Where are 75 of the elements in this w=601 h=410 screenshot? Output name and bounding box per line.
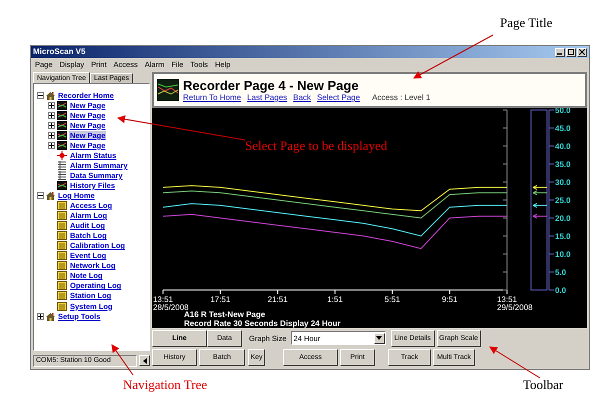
x-tick-label: 9:51 [442, 295, 458, 304]
trend-icon [57, 120, 67, 130]
y-tick-label: 0.0 [555, 286, 566, 295]
notepad-icon [57, 211, 67, 220]
close-button[interactable] [577, 48, 587, 56]
x-tick-label: 13:51 [152, 295, 174, 304]
start-date: 28/5/2008 [153, 303, 189, 310]
x-tick-label: 5:51 [384, 295, 400, 304]
nav-link[interactable]: Last Pages [247, 93, 288, 102]
chart-info: Record Rate 30 Seconds Display 24 Hour [184, 319, 342, 328]
x-tick-label: 13:51 [496, 295, 518, 304]
trend-icon [57, 100, 67, 110]
y-tick-label: 5.0 [555, 268, 566, 277]
expand-toggle[interactable] [48, 122, 55, 129]
list-icon [57, 160, 67, 170]
notepad-icon [57, 251, 67, 260]
chart-info: A16 R Test-New Page [184, 310, 266, 319]
y-tick-label: 10.0 [555, 250, 571, 259]
alarm-icon [57, 150, 67, 160]
expand-toggle[interactable] [48, 132, 55, 139]
y-tick-label: 45.0 [555, 124, 571, 133]
window-title: MicroScan V5 [33, 47, 86, 57]
x-tick-label: 1:51 [327, 295, 343, 304]
collapse-toggle[interactable] [37, 92, 44, 99]
house-icon [46, 312, 55, 321]
scroll-left-button[interactable] [139, 355, 150, 366]
x-tick-label: 21:51 [268, 295, 288, 304]
list-icon [57, 170, 67, 180]
y-tick-label: 35.0 [555, 160, 571, 169]
notepad-icon [57, 271, 67, 280]
page-title: Recorder Page 4 - New Page [183, 78, 360, 93]
callout-label: Navigation Tree [123, 377, 208, 393]
house-icon [46, 90, 55, 100]
expand-toggle[interactable] [48, 102, 55, 109]
x-tick-label: 17:51 [210, 295, 230, 304]
notepad-icon [57, 201, 67, 210]
nav-link[interactable]: Return To Home [183, 93, 242, 102]
notepad-icon [57, 241, 67, 250]
collapse-toggle[interactable] [37, 192, 44, 199]
y-tick-label: 15.0 [555, 232, 571, 241]
level-marker-icon [532, 202, 548, 208]
notepad-icon [57, 302, 67, 310]
notepad-icon [57, 281, 67, 290]
notepad-icon [57, 291, 67, 300]
callout-label: Page Title [500, 15, 552, 31]
level-marker-icon [532, 214, 548, 219]
notepad-icon [57, 221, 67, 230]
trend-icon [57, 140, 67, 150]
nav-link[interactable]: Select Page [316, 93, 360, 102]
end-date: 29/5/2008 [497, 303, 533, 310]
callout-label: Select Page to be displayed [245, 138, 388, 154]
y-tick-label: 25.0 [555, 196, 571, 205]
callout-arrow [489, 346, 540, 378]
house-icon [46, 190, 55, 200]
trend-icon [157, 79, 179, 101]
trend-icon [57, 110, 67, 120]
maximize-button[interactable] [566, 48, 576, 56]
maximize-icon [568, 49, 574, 55]
access-level: Access : Level 1 [372, 93, 430, 102]
minimize-button[interactable] [555, 48, 565, 56]
expand-toggle[interactable] [48, 142, 55, 149]
callout-label: Toolbar [523, 377, 564, 393]
notepad-icon [57, 231, 67, 240]
trend-icon [57, 180, 67, 190]
y-tick-label: 30.0 [555, 178, 571, 187]
trend-icon [57, 130, 67, 140]
y-tick-label: 40.0 [555, 142, 571, 151]
expand-toggle[interactable] [37, 312, 44, 320]
callout-arrow [111, 344, 134, 376]
expand-toggle[interactable] [48, 112, 55, 119]
left-triangle-icon [142, 358, 146, 364]
close-icon [579, 49, 585, 55]
notepad-icon [57, 261, 67, 270]
y-tick-label: 20.0 [555, 214, 571, 223]
nav-link[interactable]: Back [293, 93, 311, 102]
